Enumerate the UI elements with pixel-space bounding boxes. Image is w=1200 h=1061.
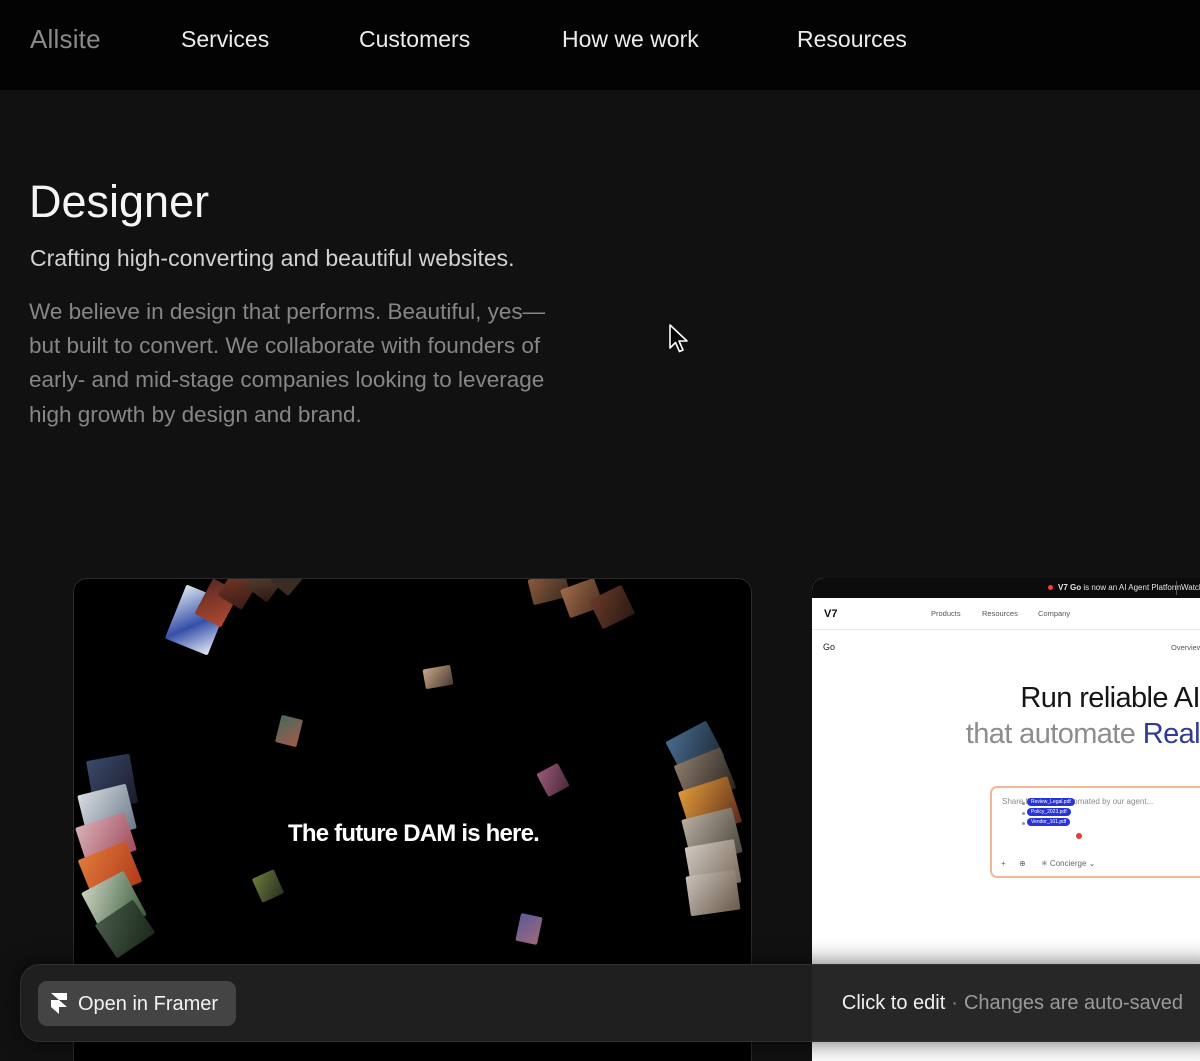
card-headline: The future DAM is here. <box>288 820 540 847</box>
embedded-site-header: V7 Products Resources Company <box>812 598 1200 630</box>
page-title: Designer <box>29 176 210 227</box>
status-separator: · <box>951 992 958 1014</box>
site-logo[interactable]: Allsite <box>30 24 101 55</box>
nav-link-services[interactable]: Services <box>181 26 269 53</box>
mouse-cursor-icon <box>669 324 688 353</box>
embedded-nav-products[interactable]: Products <box>931 609 961 618</box>
nav-link-resources[interactable]: Resources <box>797 26 907 53</box>
hero-description: We believe in design that performs. Beau… <box>29 299 546 427</box>
chip-bullet <box>1022 812 1025 815</box>
autosave-status: Changes are auto-saved <box>963 992 1183 1014</box>
framer-bottom-bar: Open in Framer Click to edit · Changes are… <box>20 964 1200 1042</box>
nav-link-how-we-work[interactable]: How we work <box>562 26 699 53</box>
embedded-prompt-box[interactable]: Share files to be automated by our agent… <box>990 786 1200 878</box>
banner-watch-link[interactable]: Watch <box>1181 583 1200 592</box>
embedded-headline-prefix: that automate <box>965 718 1143 750</box>
embedded-logo[interactable]: V7 <box>824 608 837 620</box>
live-dot-icon <box>1048 585 1053 590</box>
image-tile <box>274 714 304 748</box>
embedded-product-name: Go <box>823 642 836 652</box>
open-in-framer-label: Open in Framer <box>78 993 219 1015</box>
notification-dot <box>1076 833 1082 839</box>
top-nav: Allsite Services Customers How we work R… <box>0 0 1200 90</box>
image-tile <box>685 869 741 917</box>
embedded-nav-resources[interactable]: Resources <box>982 609 1018 618</box>
open-in-framer-button[interactable]: Open in Framer <box>38 981 236 1026</box>
agent-selector[interactable]: ✳ Concierge ⌄ <box>1041 859 1095 868</box>
banner-brand: V7 Go <box>1058 583 1082 592</box>
banner-message: is now an AI Agent Platform <box>1081 583 1182 592</box>
edit-status: Click to edit · Changes are auto-saved <box>842 992 1183 1015</box>
chip-bullet <box>1022 822 1025 825</box>
embedded-headline-accent: Real <box>1142 718 1200 750</box>
file-chip: Vendor_101.pdf <box>1027 818 1071 826</box>
image-tile <box>515 913 543 945</box>
prompt-placeholder: Share files to be automated by our agent… <box>1002 797 1154 806</box>
click-to-edit-link[interactable]: Click to edit <box>842 992 945 1014</box>
framer-icon <box>51 993 67 1014</box>
hero-subtitle: Crafting high-converting and beautiful w… <box>30 245 515 271</box>
image-tile <box>251 869 285 903</box>
globe-icon[interactable]: ⊕ <box>1019 859 1026 868</box>
embedded-overview-link[interactable]: Overview <box>1171 643 1200 652</box>
add-icon[interactable]: + <box>1001 859 1006 868</box>
chip-bullet <box>1022 802 1025 805</box>
image-tile <box>422 664 454 690</box>
nav-link-customers[interactable]: Customers <box>359 26 470 53</box>
embedded-nav-company[interactable]: Company <box>1038 609 1070 618</box>
file-chip: Review_Legal.pdf <box>1027 798 1075 806</box>
banner-text: V7 Go is now an AI Agent Platform <box>1058 583 1181 592</box>
embedded-headline-line2: that automate Real <box>966 718 1200 751</box>
banner-divider <box>1176 581 1177 595</box>
image-tile <box>536 762 570 798</box>
file-chip: Policy_2023.pdf <box>1027 808 1071 816</box>
announcement-banner: V7 Go is now an AI Agent Platform Watch <box>812 578 1200 598</box>
embedded-headline: Run reliable AI <box>1020 682 1200 714</box>
